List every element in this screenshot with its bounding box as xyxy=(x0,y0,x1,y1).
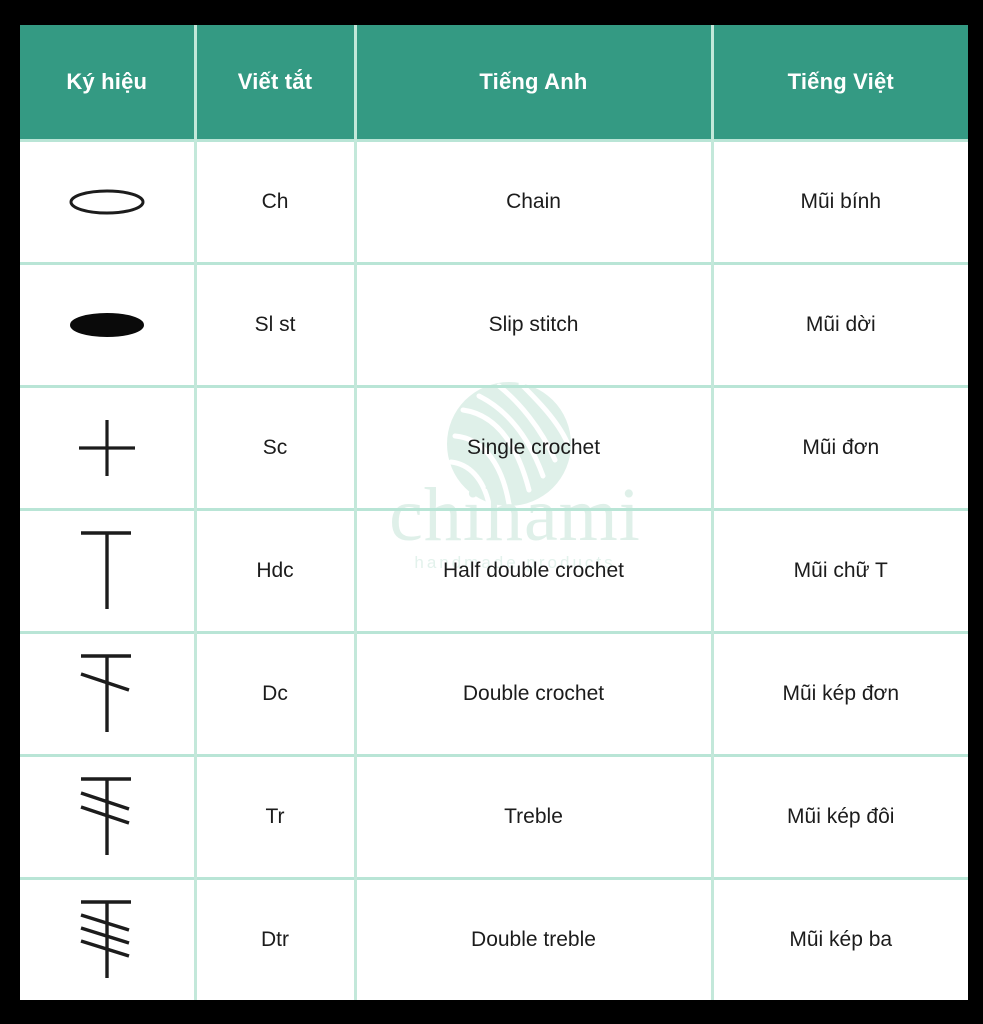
table-row: Tr Treble Mũi kép đôi xyxy=(20,753,968,878)
abbr-cell: Hdc xyxy=(195,507,357,632)
viet-cell: Mũi dời xyxy=(712,261,968,386)
half-double-crochet-tee-icon xyxy=(80,530,131,609)
abbr-cell: Dc xyxy=(195,630,357,755)
viet-cell: Mũi kép ba xyxy=(712,876,968,1000)
treble-two-slash-icon xyxy=(80,776,131,855)
table-row: Dtr Double treble Mũi kép ba xyxy=(20,876,968,1000)
abbr-cell: Ch xyxy=(195,138,357,263)
abbr-cell: Sc xyxy=(195,384,357,509)
column-header-symbol: Ký hiệu xyxy=(20,25,197,140)
english-cell: Double crochet xyxy=(355,630,714,755)
viet-cell: Mũi chữ T xyxy=(712,507,968,632)
english-cell: Double treble xyxy=(355,876,714,1000)
table-header: Ký hiệu Viết tắt Tiếng Anh Tiếng Việt xyxy=(20,25,968,140)
stitch-table-card: chihami handmade products Ký hiệu Viết t… xyxy=(20,25,968,1000)
english-cell: Treble xyxy=(355,753,714,878)
table-row: Sc Single crochet Mũi đơn xyxy=(20,384,968,509)
symbol-cell xyxy=(20,630,197,755)
crochet-symbol-table: Ký hiệu Viết tắt Tiếng Anh Tiếng Việt Ch… xyxy=(20,25,968,1000)
table-header-row: Ký hiệu Viết tắt Tiếng Anh Tiếng Việt xyxy=(20,25,968,140)
symbol-cell xyxy=(20,507,197,632)
english-cell: Half double crochet xyxy=(355,507,714,632)
double-treble-three-slash-icon xyxy=(80,900,131,979)
abbr-cell: Sl st xyxy=(195,261,357,386)
english-cell: Single crochet xyxy=(355,384,714,509)
english-cell: Slip stitch xyxy=(355,261,714,386)
single-crochet-cross-icon xyxy=(78,419,135,476)
symbol-cell xyxy=(20,876,197,1000)
column-header-abbr: Viết tắt xyxy=(195,25,357,140)
viet-cell: Mũi đơn xyxy=(712,384,968,509)
viet-cell: Mũi kép đôi xyxy=(712,753,968,878)
abbr-cell: Tr xyxy=(195,753,357,878)
viet-cell: Mũi bính xyxy=(712,138,968,263)
symbol-cell xyxy=(20,384,197,509)
column-header-viet: Tiếng Việt xyxy=(712,25,968,140)
page-root: chihami handmade products Ký hiệu Viết t… xyxy=(0,0,983,1024)
table-row: Dc Double crochet Mũi kép đơn xyxy=(20,630,968,755)
viet-cell: Mũi kép đơn xyxy=(712,630,968,755)
english-cell: Chain xyxy=(355,138,714,263)
table-row: Hdc Half double crochet Mũi chữ T xyxy=(20,507,968,632)
abbr-cell: Dtr xyxy=(195,876,357,1000)
symbol-cell xyxy=(20,753,197,878)
table-body: Ch Chain Mũi bính Sl st Slip stitch Mũi … xyxy=(20,138,968,1000)
table-row: Sl st Slip stitch Mũi dời xyxy=(20,261,968,386)
symbol-cell xyxy=(20,261,197,386)
slip-stitch-oval-filled-icon xyxy=(69,312,144,337)
table-row: Ch Chain Mũi bính xyxy=(20,138,968,263)
double-crochet-one-slash-icon xyxy=(80,653,131,732)
column-header-english: Tiếng Anh xyxy=(355,25,714,140)
symbol-cell xyxy=(20,138,197,263)
chain-oval-open-icon xyxy=(69,189,145,214)
